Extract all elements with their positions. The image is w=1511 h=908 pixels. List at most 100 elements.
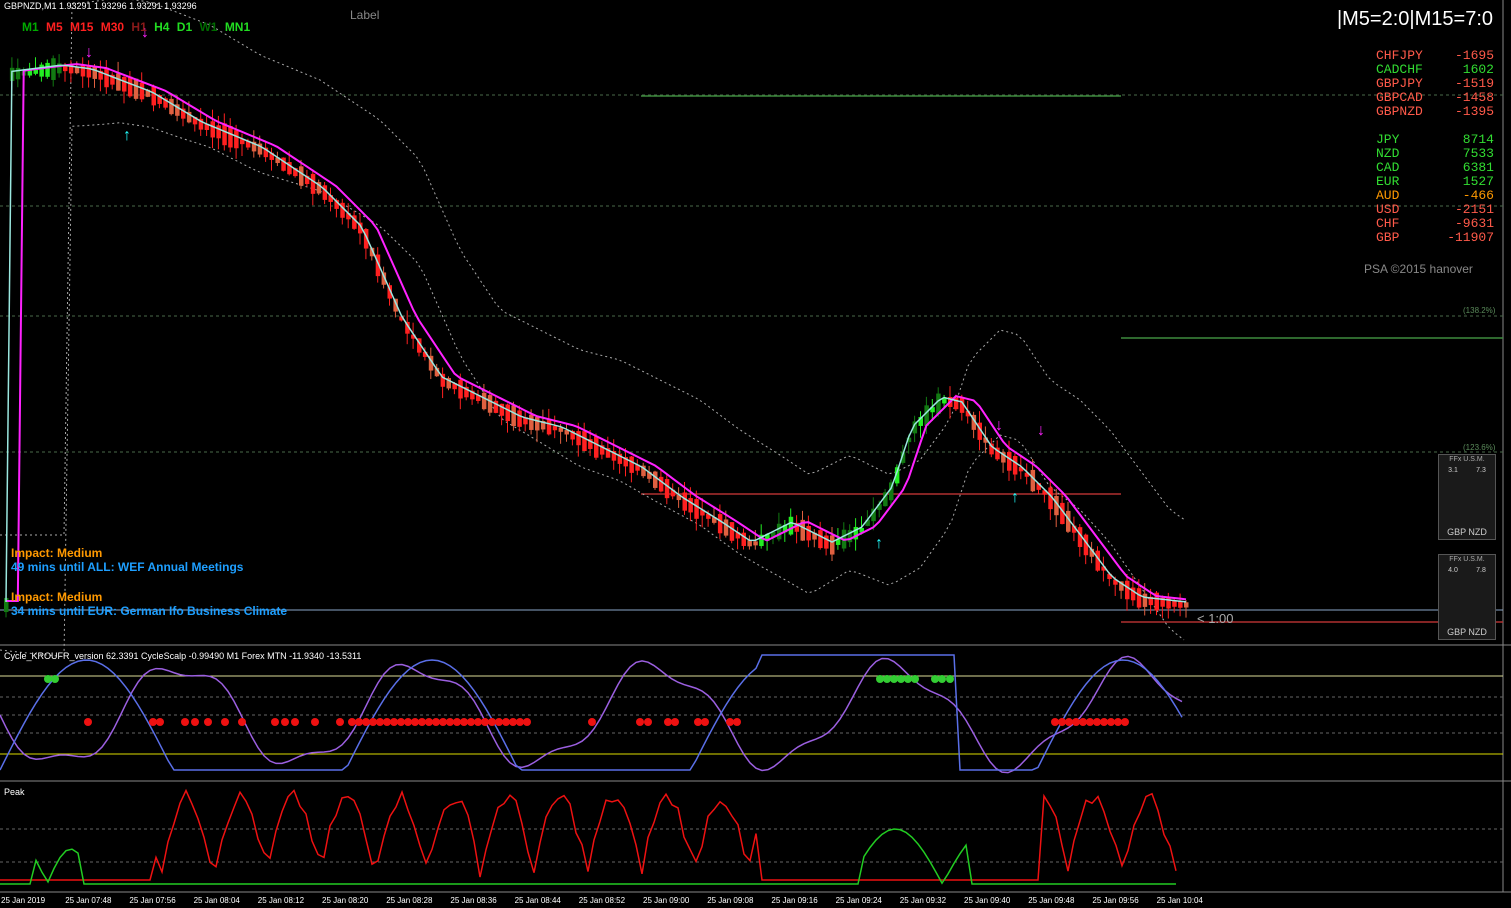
currency-value: -2151 (1454, 202, 1494, 217)
tf-h4[interactable]: H4 (154, 20, 169, 34)
candle-body (216, 125, 221, 139)
cycle-scalp-line (0, 654, 1183, 771)
tf-m1[interactable]: M1 (22, 20, 39, 34)
signal-dot (516, 718, 524, 726)
pair-row: GBPCAD -1458 (1376, 91, 1494, 105)
trading-terminal-chart[interactable]: ↓ ↓ ↓ ↓ ↑ ↑ ↑ GBPNZD,M1 1.93291 1.93296 1.9329… (0, 0, 1511, 908)
currency-value: -466 (1462, 188, 1494, 203)
signal-dot (1058, 718, 1066, 726)
candle-body (39, 64, 44, 77)
tf-d1[interactable]: D1 (177, 20, 192, 34)
candle-body (517, 410, 522, 427)
time-axis-label: 25 Jan 08:28 (386, 896, 433, 905)
timeframe-bar: M1 M5 M15 M30 H1 H4 D1 W1 MN1 (22, 20, 254, 34)
signal-dot (271, 718, 279, 726)
signal-dot (1121, 718, 1129, 726)
label-text: Label (350, 8, 380, 22)
candle-body (723, 519, 729, 536)
signal-dot (238, 718, 246, 726)
candle-body (511, 405, 516, 427)
currency-row: AUD -466 (1376, 189, 1494, 203)
candle-body (222, 123, 227, 146)
currency-value: 1527 (1462, 174, 1494, 189)
candle-body (299, 166, 304, 186)
signal-dot (369, 718, 377, 726)
candle-body (694, 499, 699, 519)
candle-body (818, 530, 823, 549)
strength-table: CHFJPY -1695 CADCHF 1602 GBPJPY -1519 GBPCAD -1… (1376, 49, 1494, 245)
candle-body (481, 392, 487, 410)
sell-arrow-icon: ↓ (995, 417, 1003, 434)
candle-body (717, 514, 723, 534)
fast-moving-average (5, 64, 1187, 603)
candle-body (127, 76, 133, 97)
candle-body (310, 173, 316, 194)
signal-dot (488, 718, 496, 726)
signal-dot (460, 718, 468, 726)
candle-body (664, 479, 670, 499)
signal-dot (467, 718, 475, 726)
signal-dot (911, 675, 919, 683)
tf-m5[interactable]: M5 (46, 20, 63, 34)
currency-row: USD -2151 (1376, 203, 1494, 217)
candle-body (210, 121, 215, 138)
signal-dot (221, 718, 229, 726)
signal-dot (362, 718, 370, 726)
time-axis-label: 25 Jan 08:44 (514, 896, 561, 905)
candle-body (1125, 580, 1130, 600)
tf-h1[interactable]: H1 (131, 20, 146, 34)
signal-dot (291, 718, 299, 726)
tf-w1[interactable]: W1 (199, 20, 217, 34)
time-axis-label: 25 Jan 09:00 (643, 896, 690, 905)
candle-body (228, 125, 233, 148)
tf-m30[interactable]: M30 (101, 20, 124, 34)
signal-dot (281, 718, 289, 726)
signal-dot (890, 675, 898, 683)
signal-dot (1065, 718, 1073, 726)
currency-value: -11907 (1447, 230, 1494, 245)
pair-value: -1519 (1454, 76, 1494, 91)
candle-body (576, 431, 581, 446)
signal-dot (1079, 718, 1087, 726)
candle-body (682, 492, 687, 511)
price-chart-canvas[interactable]: ↓↓↓ ↓↑↑↑ (0, 0, 1511, 908)
candle-body (92, 67, 97, 79)
currency-row: CAD 6381 (1376, 161, 1494, 175)
tf-mn1[interactable]: MN1 (225, 20, 250, 34)
indicator2-title: Peak (4, 787, 25, 797)
lower-band (0, 122, 1185, 658)
fib-label-138: (138.2%) (1463, 306, 1496, 315)
time-axis-label: 25 Jan 09:16 (771, 896, 818, 905)
signal-dot (1100, 718, 1108, 726)
candle-body (86, 65, 92, 78)
meter-left-value: 4.0 (1448, 567, 1458, 574)
candle-body (776, 523, 782, 540)
signal-dot (425, 718, 433, 726)
signal-dot (509, 718, 517, 726)
pair-name: CHFJPY (1376, 48, 1423, 63)
pair-name: GBPNZD (1376, 104, 1423, 119)
candle-body (1184, 602, 1189, 608)
candle-body (747, 540, 752, 547)
candle-body (753, 541, 758, 546)
signal-dot (51, 675, 59, 683)
time-axis-label: 25 Jan 07:56 (129, 896, 176, 905)
time-axis-label: 25 Jan 08:36 (450, 896, 497, 905)
time-axis-label: 25 Jan 08:12 (257, 896, 305, 905)
signal-dot (1114, 718, 1122, 726)
tf-m15[interactable]: M15 (70, 20, 93, 34)
candle-body (552, 426, 558, 431)
peak-red-line (0, 788, 1177, 881)
signal-dot (931, 675, 939, 683)
upper-band (0, 0, 1185, 536)
currency-name: NZD (1376, 146, 1400, 161)
candle-body (151, 86, 156, 106)
sell-arrow-icon: ↓ (1037, 422, 1045, 439)
candle-body (1007, 451, 1012, 471)
time-axis-label: 25 Jan 08:20 (322, 896, 369, 905)
signal-dot (418, 718, 426, 726)
time-axis-label: 25 Jan 08:52 (578, 896, 626, 905)
currency-name: EUR (1376, 174, 1400, 189)
cycle-line (0, 655, 1183, 774)
signal-dot (1051, 718, 1059, 726)
